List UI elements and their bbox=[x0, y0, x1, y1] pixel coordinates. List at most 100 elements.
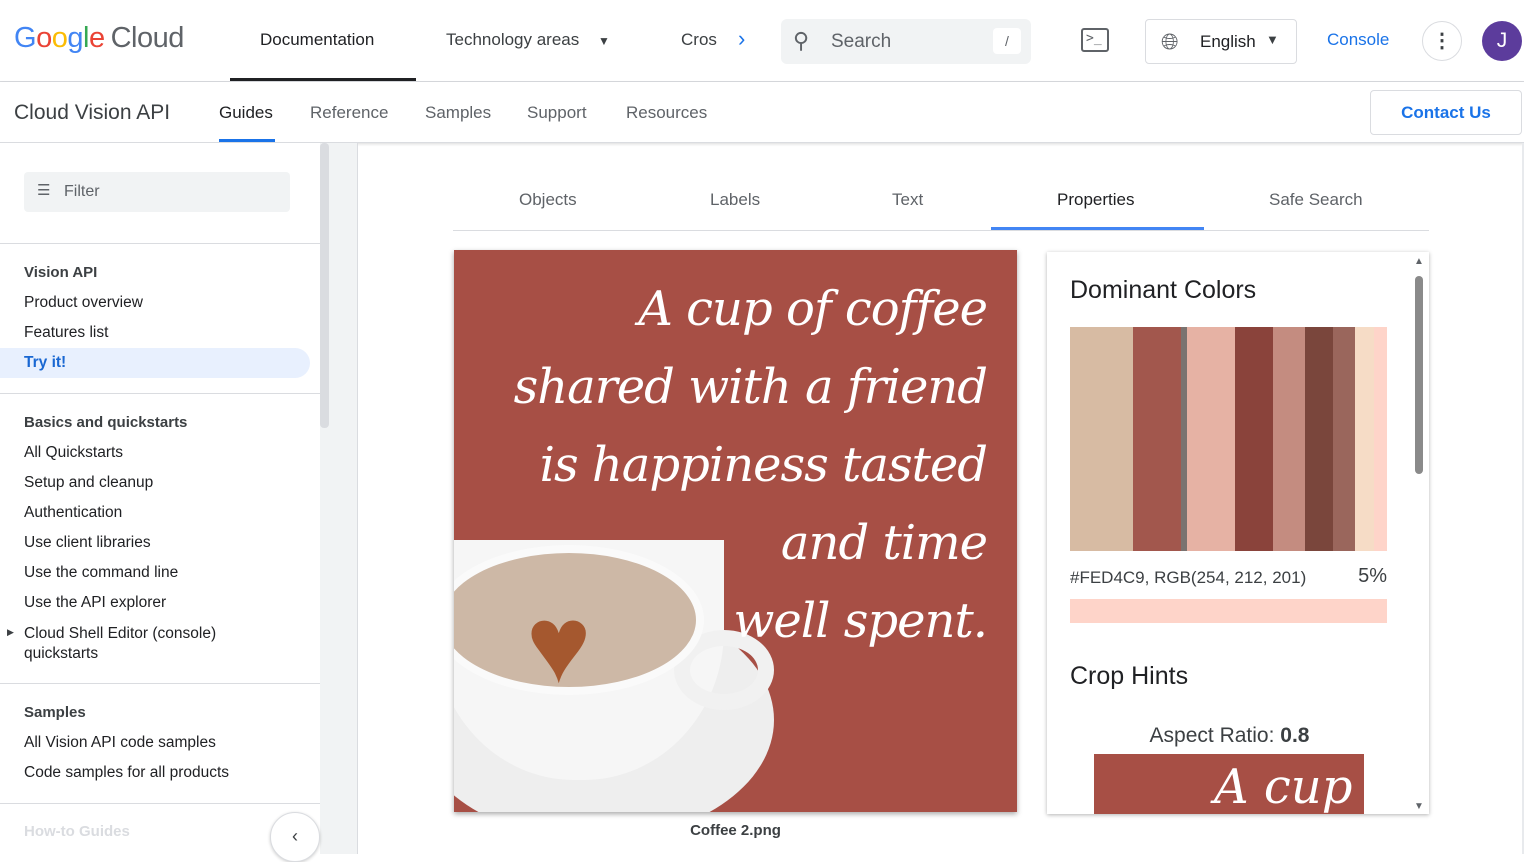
top-bar: Google Cloud Documentation Technology are… bbox=[0, 0, 1524, 82]
sidebar-item[interactable]: Product overview bbox=[24, 294, 143, 312]
tab-text[interactable]: Text bbox=[892, 190, 923, 210]
nav-technology-areas[interactable]: Technology areas bbox=[446, 30, 579, 50]
active-tab-indicator bbox=[230, 78, 416, 81]
section-title: Vision API bbox=[24, 264, 98, 281]
crop-hints-title: Crop Hints bbox=[1070, 662, 1189, 690]
section-title: How-to Guides bbox=[24, 823, 130, 840]
search-input[interactable]: ⚲ Search / bbox=[781, 19, 1031, 64]
nav-documentation[interactable]: Documentation bbox=[260, 30, 374, 50]
logo-letter: e bbox=[88, 22, 105, 54]
color-stripe[interactable] bbox=[1133, 327, 1181, 551]
chevron-right-icon[interactable]: › bbox=[738, 26, 745, 52]
color-stripe[interactable] bbox=[1187, 327, 1235, 551]
product-nav: Cloud Vision API Guides Reference Sample… bbox=[0, 82, 1524, 143]
language-select[interactable]: 🌐︎ English ▼ bbox=[1145, 19, 1297, 64]
tab-reference[interactable]: Reference bbox=[310, 103, 388, 123]
tab-safe-search[interactable]: Safe Search bbox=[1269, 190, 1363, 210]
aspect-ratio: Aspect Ratio: 0.8 bbox=[1047, 724, 1412, 748]
console-link[interactable]: Console bbox=[1327, 30, 1389, 50]
sidebar-item[interactable]: Code samples for all products bbox=[24, 764, 229, 782]
quote-line: A cup of coffee bbox=[638, 281, 988, 337]
sidebar-item[interactable]: Authentication bbox=[24, 504, 122, 522]
logo-letter: G bbox=[14, 22, 37, 54]
scrollbar-thumb[interactable] bbox=[1415, 276, 1423, 474]
logo-letter: g bbox=[67, 22, 83, 54]
search-icon: ⚲ bbox=[793, 28, 810, 53]
crop-hint-preview: A cup of bbox=[1094, 754, 1364, 814]
sidebar-item[interactable]: Cloud Shell Editor (console) quickstarts bbox=[24, 624, 244, 664]
section-title: Samples bbox=[24, 704, 86, 721]
divider bbox=[0, 393, 320, 394]
product-title[interactable]: Cloud Vision API bbox=[14, 101, 170, 125]
selected-color-label: #FED4C9, RGB(254, 212, 201) bbox=[1070, 568, 1307, 587]
active-tab-indicator bbox=[219, 139, 275, 142]
color-stripe[interactable] bbox=[1234, 327, 1273, 551]
sidebar-item-try-it[interactable]: Try it! bbox=[0, 348, 310, 378]
divider bbox=[0, 803, 320, 804]
sidebar-item[interactable]: Setup and cleanup bbox=[24, 474, 153, 492]
tab-support[interactable]: Support bbox=[527, 103, 587, 123]
selected-color-percent: 5% bbox=[1358, 565, 1387, 587]
sidebar-item[interactable]: Use the API explorer bbox=[24, 594, 166, 612]
terminal-icon[interactable]: >_ bbox=[1081, 28, 1109, 52]
logo-letter: o bbox=[51, 22, 68, 54]
color-stripe[interactable] bbox=[1272, 327, 1305, 551]
chevron-down-icon[interactable]: ▼ bbox=[598, 34, 610, 48]
search-placeholder: Search bbox=[831, 31, 892, 52]
image-caption: Coffee 2.png bbox=[690, 822, 781, 839]
filter-placeholder: Filter bbox=[64, 183, 100, 200]
properties-panel: Dominant Colors #FED4C9, RGB(254, 212, 2… bbox=[1047, 252, 1429, 814]
color-stripe[interactable] bbox=[1355, 327, 1375, 551]
aspect-ratio-value: 0.8 bbox=[1280, 724, 1310, 747]
sidebar-item[interactable]: All Vision API code samples bbox=[24, 734, 216, 752]
sidebar-item[interactable]: Use client libraries bbox=[24, 534, 151, 552]
filter-icon: ☰ bbox=[37, 182, 51, 199]
feature-tabs: Objects Labels Text Properties Safe Sear… bbox=[453, 180, 1429, 231]
section-title: Basics and quickstarts bbox=[24, 414, 188, 431]
color-stripe[interactable] bbox=[1333, 327, 1356, 551]
quote-line: and time bbox=[780, 515, 988, 571]
contact-us-button[interactable]: Contact Us bbox=[1370, 90, 1522, 135]
logo-cloud: Cloud bbox=[110, 22, 185, 54]
color-stripe[interactable] bbox=[1070, 327, 1134, 551]
avatar[interactable]: J bbox=[1482, 21, 1522, 61]
dominant-colors-bar bbox=[1070, 327, 1387, 551]
collapse-sidebar-button[interactable]: ‹ bbox=[270, 812, 320, 862]
nav-cross-product[interactable]: Cros bbox=[681, 30, 721, 50]
panel-scrollbar[interactable]: ▲ ▼ bbox=[1413, 256, 1427, 812]
aspect-ratio-label: Aspect Ratio: bbox=[1149, 724, 1281, 747]
filter-input[interactable]: ☰ Filter bbox=[24, 172, 290, 212]
search-shortcut: / bbox=[993, 28, 1021, 54]
tab-resources[interactable]: Resources bbox=[626, 103, 707, 123]
tab-guides[interactable]: Guides bbox=[219, 103, 273, 123]
sidebar-scrollbar[interactable] bbox=[320, 143, 330, 854]
image-quote: A cup of coffee shared with a friend is … bbox=[513, 270, 988, 660]
scrollbar-thumb[interactable] bbox=[320, 143, 329, 428]
globe-icon: 🌐︎ bbox=[1161, 29, 1179, 54]
google-cloud-logo[interactable]: Google Cloud bbox=[14, 22, 184, 55]
sidebar-item[interactable]: Use the command line bbox=[24, 564, 178, 582]
sidebar-item[interactable]: All Quickstarts bbox=[24, 444, 123, 462]
quote-line: is happiness tasted bbox=[539, 437, 988, 493]
active-tab-indicator bbox=[991, 227, 1204, 230]
sidebar-item[interactable]: Features list bbox=[24, 324, 108, 342]
quote-line: well spent. bbox=[733, 593, 988, 649]
logo-letter: o bbox=[36, 22, 52, 54]
divider bbox=[0, 243, 320, 244]
tab-objects[interactable]: Objects bbox=[519, 190, 577, 210]
color-stripe[interactable] bbox=[1374, 327, 1387, 551]
quote-line: shared with a friend bbox=[513, 359, 988, 415]
scroll-up-icon[interactable]: ▲ bbox=[1414, 256, 1424, 267]
selected-color-swatch bbox=[1070, 599, 1387, 623]
tab-properties[interactable]: Properties bbox=[1057, 190, 1134, 210]
uploaded-image: ♥ A cup of coffee shared with a friend i… bbox=[454, 250, 1017, 812]
tab-labels[interactable]: Labels bbox=[710, 190, 760, 210]
language-label: English bbox=[1200, 32, 1256, 51]
scroll-down-icon[interactable]: ▼ bbox=[1414, 801, 1424, 812]
more-options-icon[interactable]: ⋮ bbox=[1422, 21, 1462, 61]
expand-arrow-icon[interactable]: ▶ bbox=[7, 627, 14, 638]
chevron-down-icon: ▼ bbox=[1266, 32, 1279, 47]
tab-samples[interactable]: Samples bbox=[425, 103, 491, 123]
color-stripe[interactable] bbox=[1304, 327, 1334, 551]
crop-preview-text: A cup of bbox=[1214, 759, 1364, 814]
